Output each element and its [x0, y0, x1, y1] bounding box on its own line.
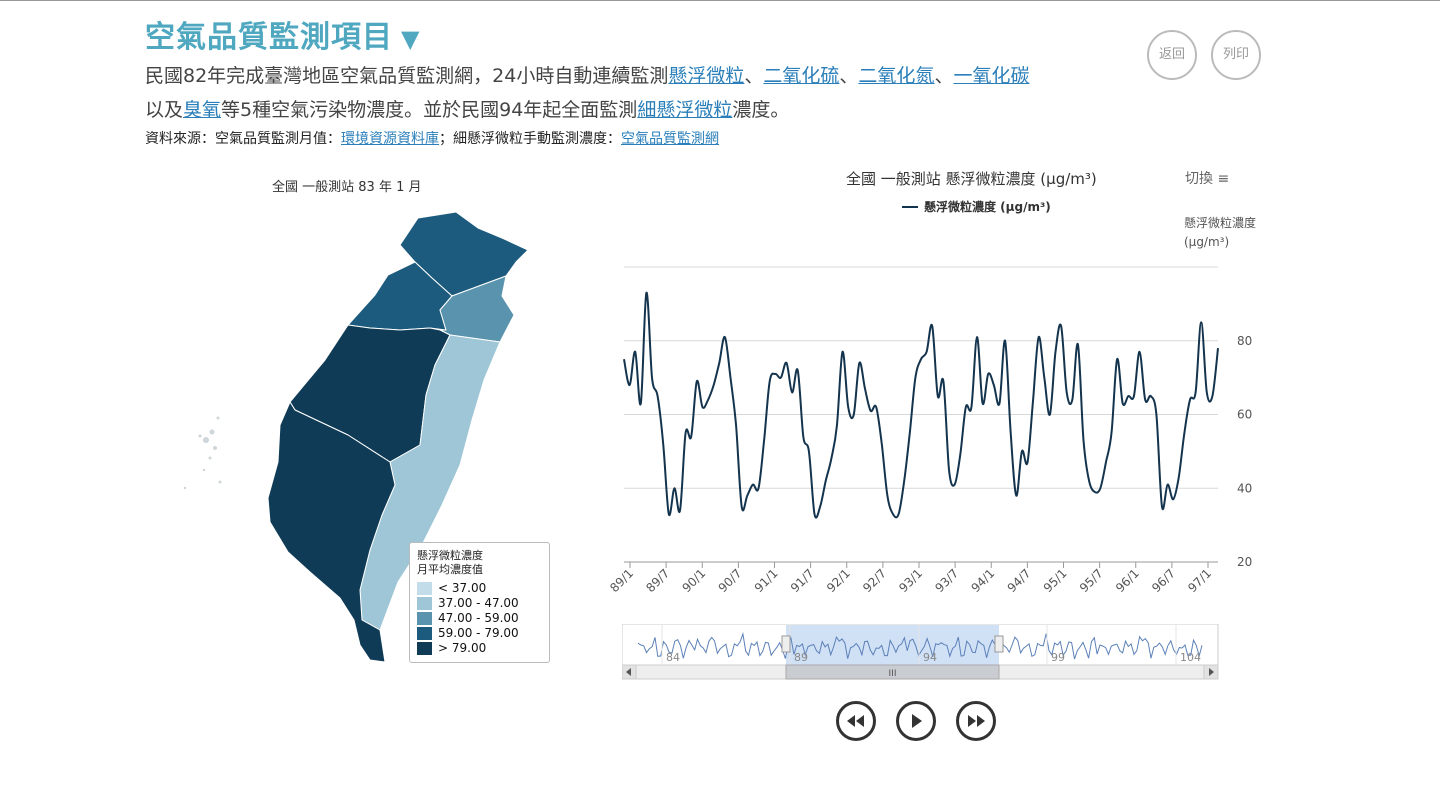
link-co[interactable]: 一氧化碳: [953, 65, 1029, 87]
x-tick-label: 96/1: [1113, 566, 1142, 595]
legend-label: 59.00 - 79.00: [438, 626, 519, 640]
description-text: 以及: [145, 99, 184, 121]
map-title: 全國 一般測站 83 年 1 月: [272, 180, 422, 195]
legend-swatch: [417, 612, 432, 625]
legend-series-name: 懸浮微粒濃度 (µg/m³): [924, 200, 1051, 214]
data-source: 資料來源：空氣品質監測月值：環境資源資料庫；細懸浮微粒手動監測濃度：空氣品質監測…: [145, 128, 719, 148]
play-button[interactable]: [896, 701, 936, 741]
switch-menu-button[interactable]: 切換 ≡: [1185, 168, 1229, 188]
x-axis-ticks: 89/1 89/7 90/1 90/7 91/1 91/7 92/1 92/7 93/1 93/7…: [607, 562, 1214, 595]
navigator-tick-label: 99: [1051, 651, 1065, 664]
legend-label: < 37.00: [438, 581, 487, 595]
back-button[interactable]: 返回: [1147, 30, 1197, 80]
x-tick-label: 93/7: [932, 566, 961, 595]
x-tick-label: 90/1: [679, 566, 708, 595]
x-tick-label: 92/1: [824, 566, 853, 595]
page-title[interactable]: 空氣品質監測項目 ▼: [145, 12, 420, 56]
link-pm25[interactable]: 細懸浮微粒: [637, 99, 732, 121]
fast-forward-button[interactable]: [956, 701, 996, 741]
x-tick-label: 94/7: [1005, 566, 1034, 595]
link-pm10[interactable]: 懸浮微粒: [668, 65, 744, 87]
y-tick-label: 20: [1237, 555, 1252, 569]
y-tick-label: 80: [1237, 334, 1252, 348]
x-tick-label: 95/1: [1041, 566, 1070, 595]
grid-lines: [624, 266, 1218, 563]
navigator-tick-label: 94: [923, 651, 937, 664]
y-tick-label: 60: [1237, 408, 1252, 422]
x-tick-label: 94/1: [968, 566, 997, 595]
chart-legend-item[interactable]: 懸浮微粒濃度 (µg/m³): [902, 198, 1051, 215]
x-tick-label: 97/1: [1185, 566, 1214, 595]
chart-title: 全國 一般測站 懸浮微粒濃度 (µg/m³): [846, 170, 1097, 188]
legend-title: 懸浮微粒濃度 月平均濃度值: [417, 549, 542, 577]
y-axis-ticks: 20 40 60 80: [1237, 334, 1252, 569]
source-text: 資料來源：空氣品質監測月值：: [145, 131, 341, 147]
x-tick-label: 95/7: [1077, 566, 1106, 595]
play-icon: [912, 714, 922, 728]
x-tick-label: 91/1: [752, 566, 781, 595]
map-legend: 懸浮微粒濃度 月平均濃度值 < 37.00 37.00 - 47.00 47.0…: [409, 542, 550, 663]
scrollbar-grip-icon: III: [889, 669, 897, 679]
print-button[interactable]: 列印: [1211, 30, 1261, 80]
x-tick-label: 90/7: [716, 566, 745, 595]
x-tick-label: 89/1: [607, 566, 636, 595]
link-no2[interactable]: 二氧化氮: [858, 65, 934, 87]
top-border: [0, 0, 1440, 1]
description-text: 濃度。: [732, 99, 790, 121]
legend-title-line-1: 懸浮微粒濃度: [417, 549, 483, 562]
legend-label: 37.00 - 47.00: [438, 596, 519, 610]
legend-swatch: [417, 627, 432, 640]
legend-label: 47.00 - 59.00: [438, 611, 519, 625]
navigator-tick-label: 104: [1180, 651, 1201, 664]
navigator-tick-label: 89: [794, 651, 808, 664]
legend-item[interactable]: 37.00 - 47.00: [417, 596, 542, 611]
source-text: ；細懸浮微粒手動監測濃度：: [439, 131, 621, 147]
y-axis-title-line-1: 懸浮微粒濃度: [1184, 216, 1257, 230]
range-navigator[interactable]: 84 89 94 99 104 III: [622, 624, 1220, 680]
link-air-quality-network[interactable]: 空氣品質監測網: [621, 131, 719, 147]
x-tick-label: 92/7: [860, 566, 889, 595]
legend-item[interactable]: 59.00 - 79.00: [417, 626, 542, 641]
rewind-icon: [847, 715, 864, 727]
dropdown-arrow-icon[interactable]: ▼: [401, 25, 420, 53]
y-axis-title: 懸浮微粒濃度 (µg/m³): [1184, 214, 1256, 252]
description-text: 民國82年完成臺灣地區空氣品質監測網，24小時自動連續監測: [145, 65, 669, 87]
link-o3[interactable]: 臭氧: [183, 99, 221, 121]
series-line-pm10[interactable]: [623, 291, 1219, 519]
separator: 、: [744, 65, 764, 87]
legend-item[interactable]: < 37.00: [417, 581, 542, 596]
legend-swatch: [417, 597, 432, 610]
x-tick-label: 96/7: [1149, 566, 1178, 595]
navigator-right-handle[interactable]: [994, 635, 1004, 653]
x-tick-label: 91/7: [788, 566, 817, 595]
legend-swatch: [417, 582, 432, 595]
legend-item[interactable]: > 79.00: [417, 641, 542, 656]
page-title-text: 空氣品質監測項目: [145, 20, 393, 55]
separator: 、: [839, 65, 859, 87]
description-line-1: 民國82年完成臺灣地區空氣品質監測網，24小時自動連續監測懸浮微粒、二氧化硫、二…: [145, 61, 1029, 88]
y-axis-title-line-2: (µg/m³): [1184, 235, 1230, 249]
legend-line-swatch: [902, 205, 918, 208]
legend-label: > 79.00: [438, 641, 487, 655]
separator: 、: [934, 65, 954, 87]
navigator-left-handle[interactable]: [781, 635, 791, 653]
line-chart: 20 40 60 80 89/1 89/7 90/1 90/7 91/1 91/7 92/1 92/…: [607, 266, 1252, 595]
y-tick-label: 40: [1237, 481, 1252, 495]
description-line-2: 以及臭氧等5種空氣污染物濃度。並於民國94年起全面監測細懸浮微粒濃度。: [145, 95, 789, 122]
rewind-button[interactable]: [836, 701, 876, 741]
link-environment-database[interactable]: 環境資源資料庫: [341, 131, 439, 147]
legend-title-line-2: 月平均濃度值: [417, 563, 483, 576]
link-so2[interactable]: 二氧化硫: [763, 65, 839, 87]
legend-item[interactable]: 47.00 - 59.00: [417, 611, 542, 626]
description-text: 等5種空氣污染物濃度。並於民國94年起全面監測: [221, 99, 638, 121]
islands-penghu: [183, 416, 222, 490]
x-tick-label: 89/7: [643, 566, 672, 595]
x-tick-label: 93/1: [896, 566, 925, 595]
legend-swatch: [417, 642, 432, 655]
fast-forward-icon: [968, 715, 985, 727]
navigator-tick-label: 84: [666, 651, 680, 664]
